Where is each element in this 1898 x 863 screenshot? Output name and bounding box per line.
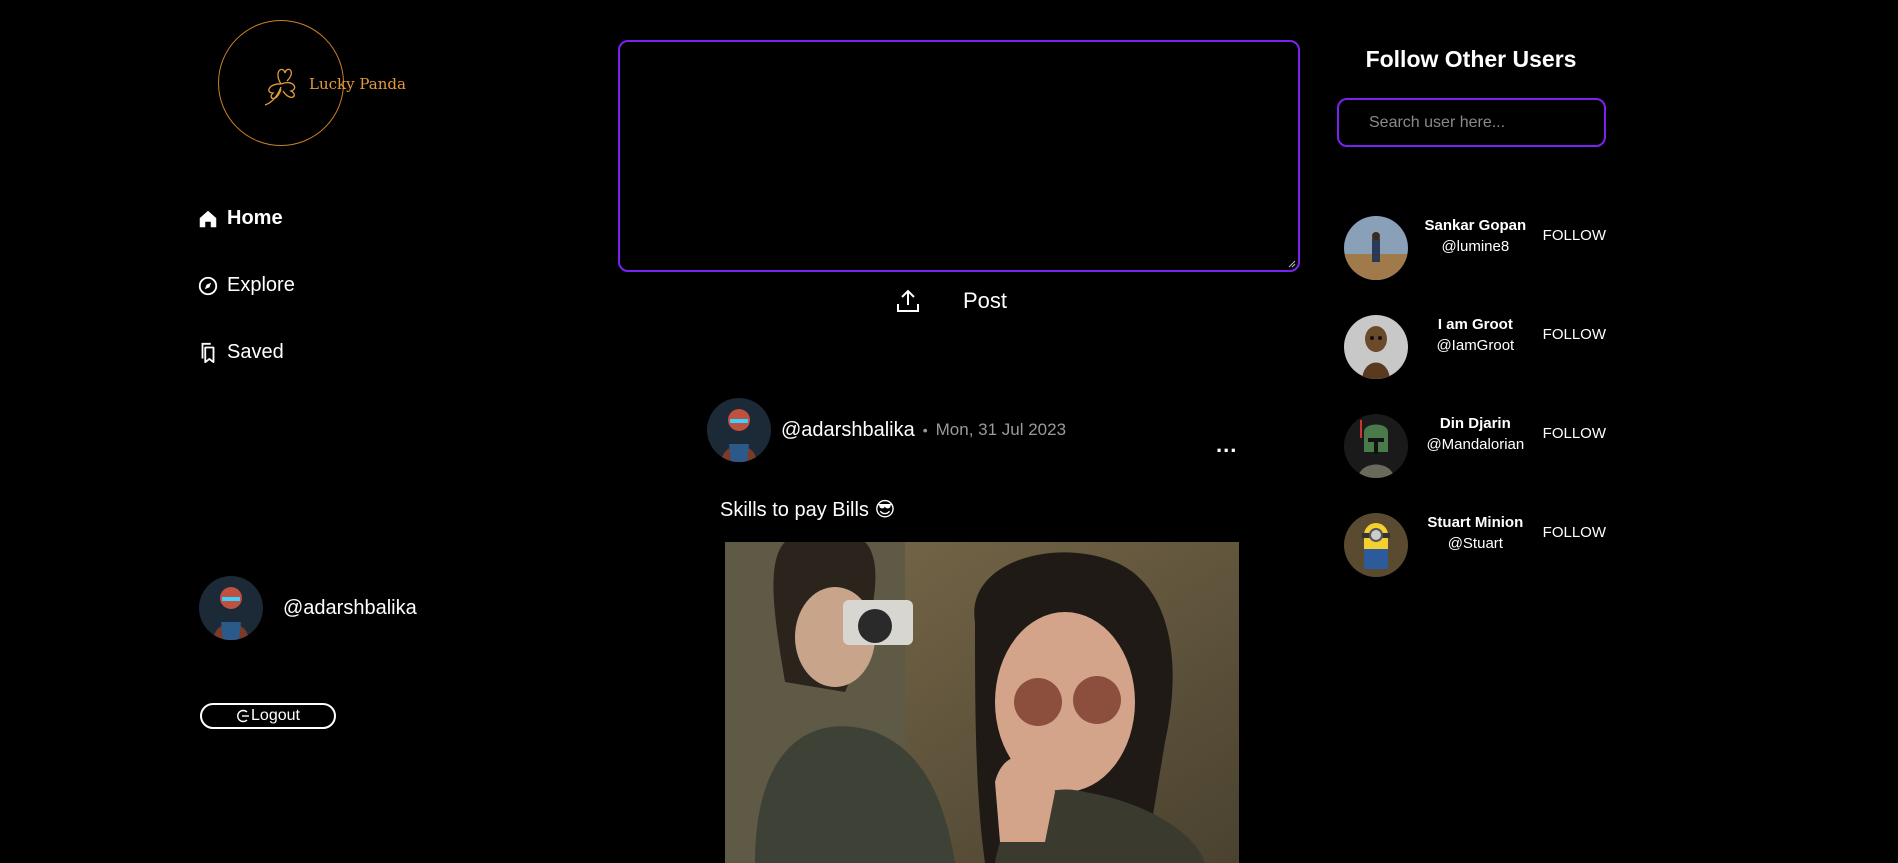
nav-item-explore[interactable]: Explore [197,252,295,319]
user-info: Din Djarin @Mandalorian [1408,415,1543,453]
user-handle: @lumine8 [1441,237,1510,255]
list-item: Din Djarin @Mandalorian FOLLOW [1344,396,1606,495]
compass-icon [198,276,218,295]
clover-icon [264,68,296,106]
avatar [199,576,263,640]
logo-mark: Lucky Panda [257,59,406,109]
home-icon [199,210,217,227]
current-user[interactable]: @adarshbalika [199,576,417,640]
post-author[interactable]: @adarshbalika [781,419,915,442]
follow-button[interactable]: FOLLOW [1543,227,1606,244]
user-name[interactable]: Stuart Minion [1408,514,1543,531]
brand-name: Lucky Panda [309,75,406,93]
user-name[interactable]: I am Groot [1408,316,1543,333]
bookmark-icon [201,342,215,363]
user-info: Stuart Minion @Stuart [1408,514,1543,552]
follow-button[interactable]: FOLLOW [1543,524,1606,541]
user-name[interactable]: Sankar Gopan [1408,217,1543,234]
suggested-users-list: Sankar Gopan @lumine8 FOLLOW I am Groot … [1344,198,1606,594]
nav-item-saved[interactable]: Saved [197,319,295,386]
avatar[interactable] [1344,512,1408,577]
user-handle: @Mandalorian [1426,435,1525,453]
search-user-input[interactable] [1337,98,1606,147]
user-info: I am Groot @IamGroot [1408,316,1543,354]
post-header: @adarshbalika • Mon, 31 Jul 2023 [707,398,1247,462]
follow-panel-title: Follow Other Users [1365,46,1577,72]
avatar[interactable] [1344,413,1408,478]
user-handle: @Stuart [1447,534,1503,552]
post-date: Mon, 31 Jul 2023 [935,420,1067,439]
nav-item-label: Home [227,207,283,229]
post-image [725,542,1239,863]
brand-logo[interactable]: Lucky Panda [218,20,406,146]
nav-item-label: Explore [227,274,295,296]
follow-button[interactable]: FOLLOW [1543,326,1606,343]
resize-handle-icon[interactable] [1286,258,1296,268]
logout-label: Logout [251,707,300,724]
user-name[interactable]: Din Djarin [1408,415,1543,432]
logout-icon [237,709,250,723]
app-root: Lucky Panda Home Explore Saved @adarshba… [0,0,1898,863]
nav-item-label: Saved [227,341,284,363]
post-text: Skills to pay Bills 😎 [720,499,896,521]
post-composer-textarea[interactable] [618,40,1300,272]
composer-actions: Post [895,288,1007,314]
avatar[interactable] [1344,215,1408,280]
list-item: I am Groot @IamGroot FOLLOW [1344,297,1606,396]
avatar[interactable] [1344,314,1408,379]
upload-icon[interactable] [895,288,921,314]
list-item: Sankar Gopan @lumine8 FOLLOW [1344,198,1606,297]
post-more-button[interactable]: ... [1216,432,1237,458]
post-separator: • [922,422,928,438]
logout-button[interactable]: Logout [200,703,336,729]
list-item: Stuart Minion @Stuart FOLLOW [1344,495,1606,594]
current-user-handle: @adarshbalika [283,596,417,619]
follow-button[interactable]: FOLLOW [1543,425,1606,442]
user-info: Sankar Gopan @lumine8 [1408,217,1543,255]
avatar[interactable] [707,398,771,462]
sidebar-nav: Home Explore Saved [197,185,295,386]
user-handle: @IamGroot [1436,336,1515,354]
post-button[interactable]: Post [963,288,1007,314]
nav-item-home[interactable]: Home [197,185,295,252]
